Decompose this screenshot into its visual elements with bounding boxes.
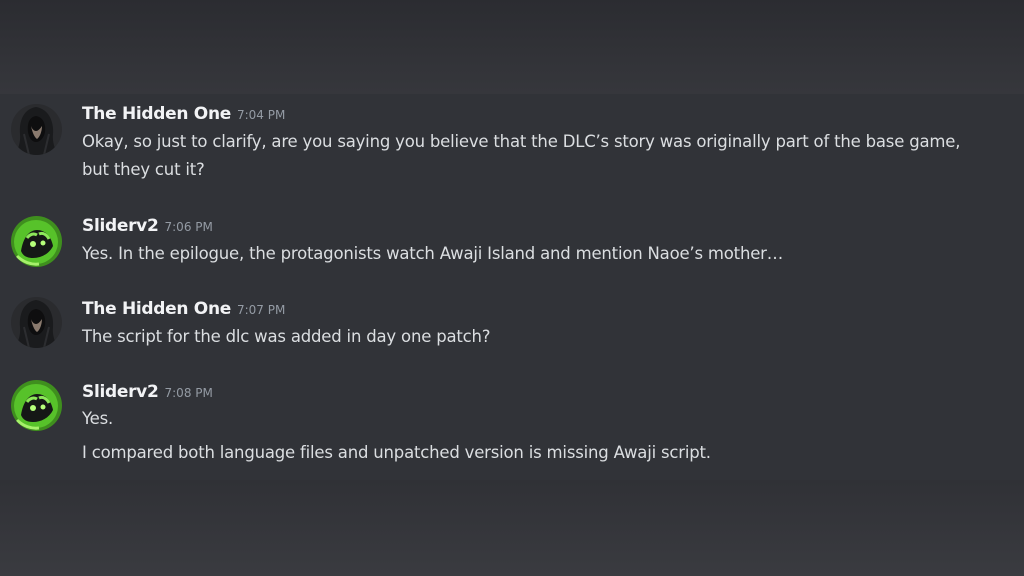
message-header: Sliderv2 7:06 PM <box>82 216 213 236</box>
username[interactable]: Sliderv2 <box>82 216 159 236</box>
message-text: but they cut it? <box>82 160 205 179</box>
username[interactable]: The Hidden One <box>82 299 231 319</box>
bottom-background-band <box>0 480 1024 576</box>
green-creature-avatar[interactable] <box>11 216 62 267</box>
message-text: Yes. In the epilogue, the protagonists w… <box>82 244 784 263</box>
timestamp[interactable]: 7:08 PM <box>165 386 213 400</box>
message-header: The Hidden One 7:07 PM <box>82 299 285 319</box>
message-text: Yes. <box>82 409 114 428</box>
timestamp[interactable]: 7:04 PM <box>237 108 285 122</box>
message-header: The Hidden One 7:04 PM <box>82 104 285 124</box>
top-background-band <box>0 0 1024 94</box>
hooded-figure-avatar[interactable] <box>11 104 62 155</box>
message-text: Okay, so just to clarify, are you saying… <box>82 132 961 151</box>
timestamp[interactable]: 7:07 PM <box>237 303 285 317</box>
message-text: The script for the dlc was added in day … <box>82 327 491 346</box>
message-header: Sliderv2 7:08 PM <box>82 382 213 402</box>
chat-message-list: The Hidden One 7:04 PM Okay, so just to c… <box>0 94 1024 480</box>
username[interactable]: The Hidden One <box>82 104 231 124</box>
username[interactable]: Sliderv2 <box>82 382 159 402</box>
green-creature-avatar[interactable] <box>11 380 62 431</box>
timestamp[interactable]: 7:06 PM <box>165 220 213 234</box>
message-text: I compared both language files and unpat… <box>82 443 711 462</box>
hooded-figure-avatar[interactable] <box>11 297 62 348</box>
